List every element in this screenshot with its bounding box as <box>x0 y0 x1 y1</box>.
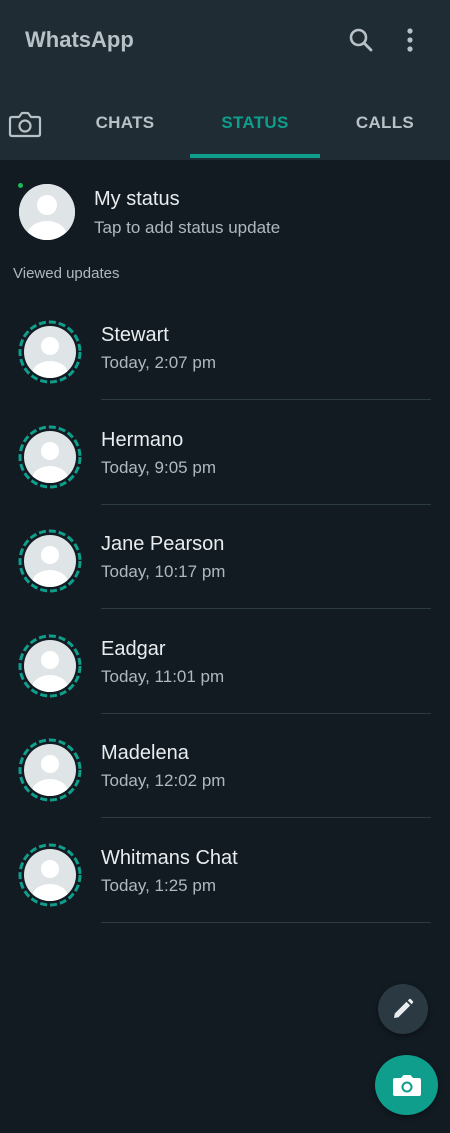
app-window: WhatsApp CHATS STATUS CALLS My status Ta… <box>0 0 450 1133</box>
status-time: Today, 9:05 pm <box>101 457 216 477</box>
divider <box>101 712 431 714</box>
status-ring-avatar <box>18 843 82 906</box>
tab-calls[interactable]: CALLS <box>320 90 450 156</box>
list-item[interactable]: Eadgar Today, 11:01 pm <box>0 614 450 719</box>
status-ring-avatar <box>18 529 82 593</box>
contact-name: Hermano <box>101 428 184 451</box>
status-list: Stewart Today, 2:07 pm Hermano Today, 9:… <box>0 300 450 927</box>
pencil-icon <box>394 998 414 1018</box>
my-status-subtitle: Tap to add status update <box>94 218 281 237</box>
avatar-placeholder-icon <box>19 184 75 240</box>
tab-status[interactable]: STATUS <box>190 90 320 156</box>
tab-chats[interactable]: CHATS <box>62 90 188 156</box>
status-ring-avatar <box>18 738 82 802</box>
contact-name: Madelena <box>101 742 189 764</box>
contact-name: Whitmans Chat <box>101 846 238 869</box>
avatar <box>19 184 75 240</box>
status-ring-avatar <box>18 320 82 384</box>
list-item[interactable]: Whitmans Chat Today, 1:25 pm <box>0 823 450 928</box>
list-item[interactable]: Hermano Today, 9:05 pm <box>0 405 450 510</box>
tab-camera[interactable] <box>6 108 44 140</box>
status-time: Today, 1:25 pm <box>101 875 216 895</box>
status-time: Today, 10:17 pm <box>101 562 226 581</box>
contact-name: Jane Pearson <box>101 533 225 555</box>
status-time: Today, 11:01 pm <box>101 666 225 686</box>
tab-bar: CHATS STATUS CALLS <box>0 90 450 160</box>
my-status-name: My status <box>94 188 180 210</box>
top-bar: WhatsApp CHATS STATUS CALLS <box>0 0 450 160</box>
active-tab-indicator <box>190 154 320 158</box>
app-title: WhatsApp <box>25 27 134 52</box>
list-item[interactable]: Jane Pearson Today, 10:17 pm <box>0 509 450 614</box>
status-time: Today, 12:02 pm <box>101 771 226 790</box>
contact-name: Stewart <box>101 324 169 346</box>
contact-name: Eadgar <box>101 637 166 660</box>
section-label-viewed: Viewed updates <box>13 265 120 282</box>
status-ring-avatar <box>18 634 82 697</box>
search-icon[interactable] <box>346 25 376 55</box>
divider <box>101 921 431 923</box>
camera-icon <box>392 1075 421 1096</box>
more-vertical-icon[interactable] <box>395 25 425 55</box>
status-time: Today, 2:07 pm <box>101 353 216 372</box>
divider <box>101 399 431 400</box>
online-dot <box>18 183 23 188</box>
new-camera-status-button[interactable] <box>375 1055 438 1115</box>
status-ring-avatar <box>18 425 82 488</box>
list-item[interactable]: Stewart Today, 2:07 pm <box>0 300 450 405</box>
divider <box>101 503 431 505</box>
my-status-row[interactable]: My status Tap to add status update <box>0 178 450 248</box>
list-item[interactable]: Madelena Today, 12:02 pm <box>0 718 450 823</box>
divider <box>101 817 431 818</box>
new-text-status-button[interactable] <box>378 984 428 1034</box>
divider <box>101 608 431 609</box>
camera-icon <box>8 111 42 138</box>
